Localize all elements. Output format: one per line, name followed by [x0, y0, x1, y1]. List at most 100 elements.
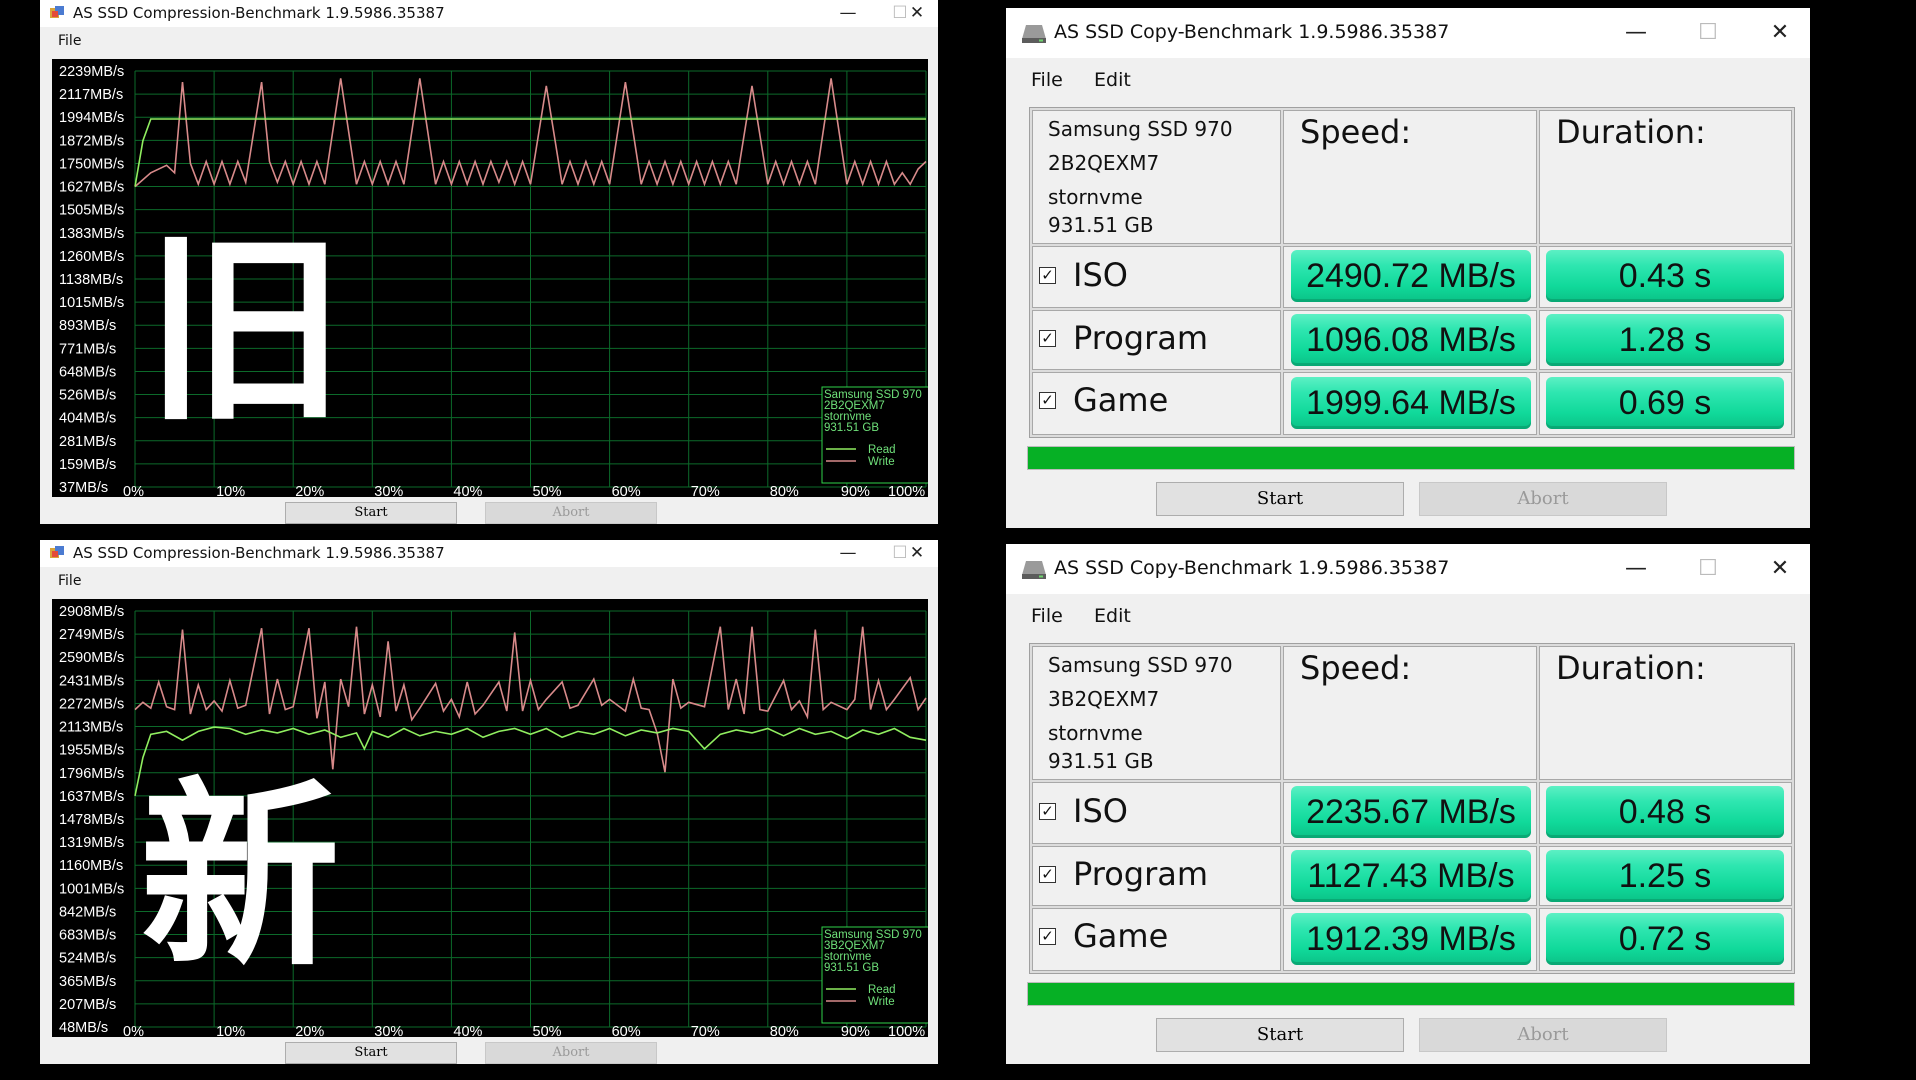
y-tick-label: 2749MB/s: [59, 627, 124, 643]
close-button[interactable]: ✕: [902, 541, 932, 566]
legend-drive-line: 931.51 GB: [824, 422, 879, 434]
game-duration-value: 0.72 s: [1546, 913, 1784, 965]
x-tick-label: 0%: [123, 484, 144, 497]
compression-chart: 2908MB/s 2749MB/s 2590MB/s 2431MB/s 2272MB/s…: [52, 599, 928, 1037]
program-duration-value: 1.28 s: [1546, 314, 1784, 366]
menu-bar: File: [40, 567, 938, 595]
menu-file[interactable]: File: [1031, 69, 1063, 91]
y-tick-label: 893MB/s: [59, 318, 116, 334]
speed-header-cell: Speed:: [1283, 646, 1537, 780]
minimize-button[interactable]: —: [1616, 554, 1656, 584]
duration-header-cell: Duration:: [1539, 110, 1792, 244]
game-duration-value: 0.69 s: [1546, 377, 1784, 429]
drive-driver: stornvme: [1048, 721, 1143, 745]
iso-checkbox[interactable]: ✓: [1039, 267, 1056, 284]
compression-chart-svg: 2908MB/s 2749MB/s 2590MB/s 2431MB/s 2272MB/s…: [59, 604, 928, 1037]
menu-file[interactable]: File: [58, 33, 81, 49]
window-title: AS SSD Copy-Benchmark 1.9.5986.35387: [1054, 21, 1450, 43]
iso-checkbox[interactable]: ✓: [1039, 803, 1056, 820]
row-game-speed-cell: 1999.64 MB/s: [1283, 372, 1537, 435]
abort-button[interactable]: Abort: [485, 1042, 657, 1064]
drive-capacity: 931.51 GB: [1048, 213, 1154, 237]
maximize-button[interactable]: ☐: [1688, 18, 1728, 48]
program-duration-value: 1.25 s: [1546, 850, 1784, 902]
speed-header: Speed:: [1300, 113, 1412, 151]
row-program-duration-cell: 1.28 s: [1539, 310, 1792, 370]
y-tick-label: 1478MB/s: [59, 812, 124, 828]
y-tick-label: 2239MB/s: [59, 64, 124, 80]
close-button[interactable]: ✕: [902, 1, 932, 26]
y-tick-label: 771MB/s: [59, 341, 116, 357]
x-tick-label: 20%: [295, 484, 324, 497]
menu-file[interactable]: File: [1031, 605, 1063, 627]
x-tick-label: 30%: [374, 1024, 403, 1037]
x-tick-label: 100%: [888, 1024, 925, 1037]
minimize-button[interactable]: —: [1616, 18, 1656, 48]
abort-button[interactable]: Abort: [1419, 482, 1667, 516]
title-bar[interactable]: AS SSD Compression-Benchmark 1.9.5986.35…: [40, 0, 938, 27]
row-program-label-cell: ✓ Program: [1032, 846, 1281, 906]
minimize-button[interactable]: —: [833, 1, 863, 26]
game-checkbox[interactable]: ✓: [1039, 928, 1056, 945]
menu-edit[interactable]: Edit: [1094, 605, 1131, 627]
drive-capacity: 931.51 GB: [1048, 749, 1154, 773]
title-bar[interactable]: AS SSD Copy-Benchmark 1.9.5986.35387 — ☐…: [1006, 544, 1810, 594]
legend-label-read: Read: [868, 444, 896, 456]
iso-speed-value: 2490.72 MB/s: [1291, 250, 1531, 302]
start-button[interactable]: Start: [1156, 482, 1404, 516]
menu-bar: File: [40, 27, 938, 55]
menu-bar: File Edit: [1006, 58, 1810, 96]
y-tick-label: 1796MB/s: [59, 766, 124, 782]
duration-header: Duration:: [1556, 113, 1706, 151]
x-tick-label: 70%: [691, 484, 720, 497]
abort-button[interactable]: Abort: [485, 502, 657, 524]
drive-icon: [1022, 25, 1046, 43]
legend-label-write: Write: [868, 456, 895, 468]
compression-benchmark-window-new: AS SSD Compression-Benchmark 1.9.5986.35…: [40, 540, 938, 1064]
x-tick-label: 90%: [841, 484, 870, 497]
menu-file[interactable]: File: [58, 573, 81, 589]
close-button[interactable]: ✕: [1760, 554, 1800, 584]
y-tick-label: 365MB/s: [59, 974, 116, 990]
y-tick-label: 159MB/s: [59, 457, 116, 473]
x-tick-label: 40%: [453, 1024, 482, 1037]
program-speed-value: 1096.08 MB/s: [1291, 314, 1531, 366]
title-bar[interactable]: AS SSD Copy-Benchmark 1.9.5986.35387 — ☐…: [1006, 8, 1810, 58]
title-bar[interactable]: AS SSD Compression-Benchmark 1.9.5986.35…: [40, 540, 938, 567]
row-game-duration-cell: 0.72 s: [1539, 908, 1792, 971]
x-tick-label: 20%: [295, 1024, 324, 1037]
x-tick-label: 90%: [841, 1024, 870, 1037]
program-checkbox[interactable]: ✓: [1039, 866, 1056, 883]
duration-header-cell: Duration:: [1539, 646, 1792, 780]
y-tick-label: 1955MB/s: [59, 743, 124, 759]
app-icon: [50, 6, 64, 18]
window-title: AS SSD Compression-Benchmark 1.9.5986.35…: [73, 4, 445, 22]
program-checkbox[interactable]: ✓: [1039, 330, 1056, 347]
row-program-label-cell: ✓ Program: [1032, 310, 1281, 370]
x-tick-label: 10%: [216, 1024, 245, 1037]
legend-label-read: Read: [868, 984, 896, 996]
y-tick-label: 1637MB/s: [59, 789, 124, 805]
game-speed-value: 1999.64 MB/s: [1291, 377, 1531, 429]
x-tick-label: 80%: [770, 1024, 799, 1037]
y-tick-label: 524MB/s: [59, 951, 116, 967]
abort-button[interactable]: Abort: [1419, 1018, 1667, 1052]
game-checkbox[interactable]: ✓: [1039, 392, 1056, 409]
y-tick-label: 1750MB/s: [59, 156, 124, 172]
start-button[interactable]: Start: [285, 502, 457, 524]
menu-edit[interactable]: Edit: [1094, 69, 1131, 91]
y-tick-label: 48MB/s: [59, 1020, 108, 1036]
maximize-button[interactable]: ☐: [1688, 554, 1728, 584]
close-button[interactable]: ✕: [1760, 18, 1800, 48]
x-tick-label: 30%: [374, 484, 403, 497]
y-tick-label: 2431MB/s: [59, 673, 124, 689]
start-button[interactable]: Start: [1156, 1018, 1404, 1052]
app-icon: [50, 546, 64, 558]
start-button[interactable]: Start: [285, 1042, 457, 1064]
minimize-button[interactable]: —: [833, 541, 863, 566]
x-tick-label: 50%: [533, 484, 562, 497]
x-tick-label: 80%: [770, 484, 799, 497]
duration-header: Duration:: [1556, 649, 1706, 687]
row-iso-label-cell: ✓ ISO: [1032, 782, 1281, 844]
row-label-game: Game: [1073, 917, 1169, 955]
